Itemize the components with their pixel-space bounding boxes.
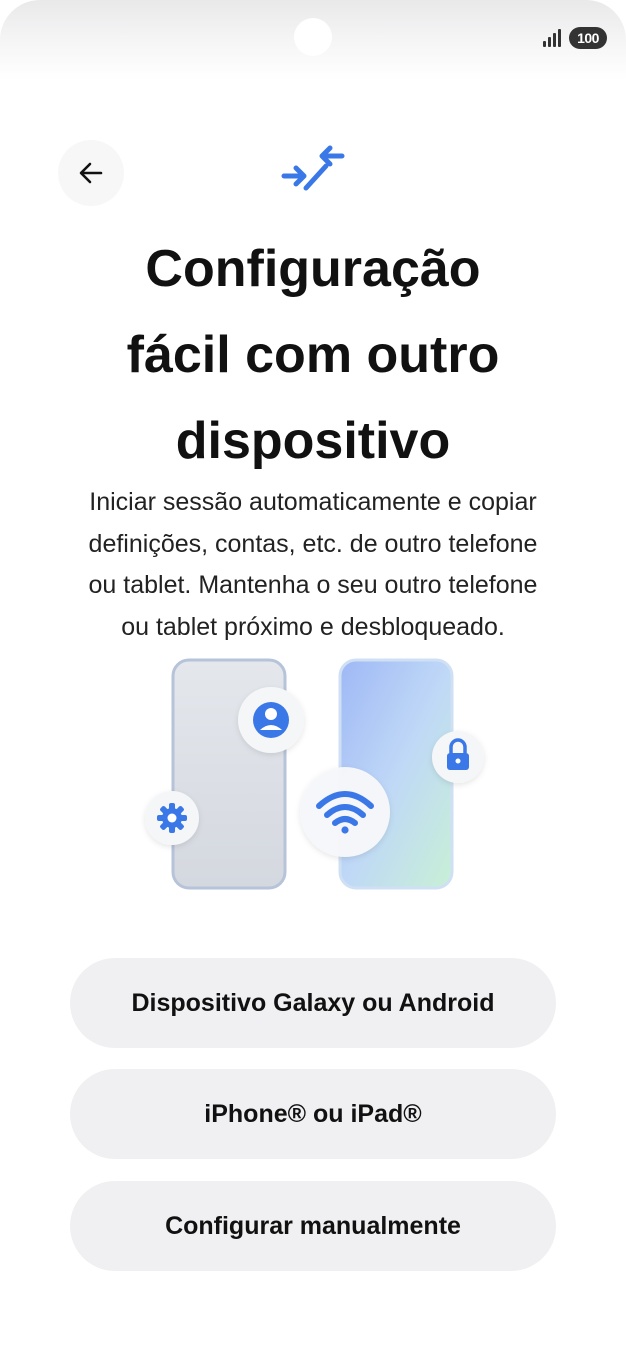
back-button[interactable] — [58, 140, 124, 206]
title-line: Configuração — [145, 240, 481, 298]
page-title: Configuração fácil com outro dispositivo — [40, 226, 586, 484]
description-line: ou tablet. Mantenha o seu outro telefone — [88, 571, 538, 599]
page-description: Iniciar sessão automaticamente e copiar … — [30, 482, 596, 648]
person-icon — [238, 687, 304, 753]
description-line: Iniciar sessão automaticamente e copiar — [89, 488, 537, 516]
description-line: ou tablet próximo e desbloqueado. — [121, 612, 505, 641]
devices-illustration — [145, 658, 484, 890]
iphone-ipad-button[interactable]: iPhone® ou iPad® — [70, 1069, 556, 1159]
camera-cutout — [294, 18, 332, 56]
lock-icon — [432, 731, 484, 783]
signal-icon — [543, 29, 565, 47]
battery-indicator: 100 — [569, 27, 607, 49]
description-line: definições, contas, etc. de outro telefo… — [88, 529, 538, 558]
gear-icon — [145, 791, 199, 845]
galaxy-android-button[interactable]: Dispositivo Galaxy ou Android — [70, 958, 556, 1048]
arrow-left-icon — [79, 162, 103, 184]
title-line: dispositivo — [175, 412, 451, 470]
configure-manually-button[interactable]: Configurar manualmente — [70, 1181, 556, 1271]
title-line: fácil com outro — [126, 326, 500, 384]
wifi-icon — [300, 767, 390, 857]
transfer-arrows-icon — [281, 145, 345, 191]
status-bar: 100 — [0, 0, 626, 80]
